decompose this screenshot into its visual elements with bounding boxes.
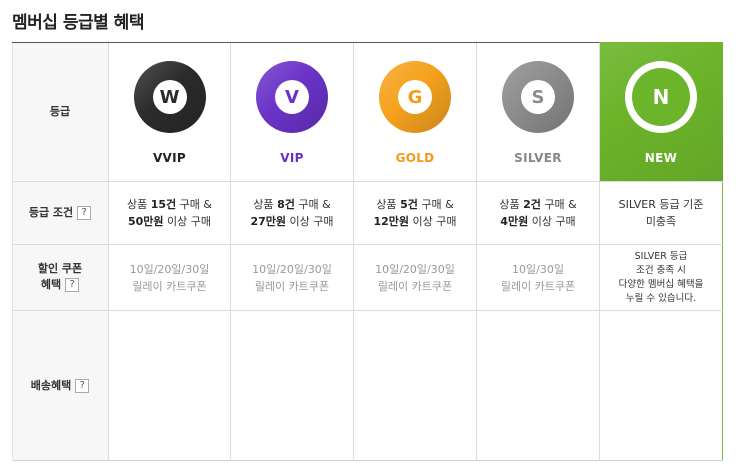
row-divider (12, 460, 723, 461)
new-badge-icon: N (625, 61, 697, 133)
silver-coupon: 10일/30일 릴레이 카트쿠폰 (500, 262, 576, 293)
silver-badge-icon: S (502, 61, 574, 133)
vip-coupon: 10일/20일/30일 릴레이 카트쿠폰 (252, 262, 332, 293)
gold-coupon: 10일/20일/30일 릴레이 카트쿠폰 (375, 262, 455, 293)
new-tier-name: NEW (644, 151, 678, 165)
vvip-tier-name: VVIP (152, 151, 187, 165)
column-divider (12, 43, 13, 461)
tier-vvip: W VVIP (109, 43, 230, 181)
gold-tier-name: GOLD (395, 151, 435, 165)
new-condition: SILVER 등급 기준 미충족 (618, 198, 704, 228)
vvip-badge-letter: W (152, 80, 187, 114)
vvip-condition: 상품 15건 구매 & 50만원 이상 구매 (127, 198, 212, 228)
page-title: 멤버십 등급별 혜택 (12, 13, 144, 33)
row-header-condition-label: 등급 조건 (28, 205, 74, 219)
row-header-coupon-line2: 혜택 (40, 278, 62, 291)
row-header-grade-label: 등급 (49, 105, 71, 118)
delivery-help-icon[interactable]: ? (75, 378, 90, 393)
row-header-coupon-line1: 할인 쿠폰 (37, 262, 83, 275)
vvip-badge-icon: W (133, 61, 206, 133)
silver-condition: 상품 2건 구매 & 4만원 이상 구매 (499, 198, 577, 228)
row-header-condition: 등급 조건? (12, 181, 108, 244)
row-divider (12, 310, 723, 311)
gold-badge-icon: G (379, 61, 451, 133)
condition-help-icon[interactable]: ? (77, 205, 92, 220)
tier-vip: V VIP (231, 43, 353, 181)
membership-grade-table: 등급 등급 조건? 할인 쿠폰 혜택? 배송혜택? W VVIP V VIP G… (12, 42, 723, 461)
vip-tier-name: VIP (280, 151, 304, 165)
tier-silver: S SILVER (477, 43, 599, 181)
gold-badge-letter: G (398, 80, 432, 114)
tier-gold: G GOLD (354, 43, 476, 181)
new-badge-letter: N (632, 68, 690, 126)
vip-condition: 상품 8건 구매 & 27만원 이상 구매 (250, 198, 334, 228)
silver-tier-name: SILVER (514, 151, 562, 165)
gold-condition: 상품 5건 구매 & 12만원 이상 구매 (373, 198, 457, 228)
tier-new: N NEW (600, 43, 722, 181)
row-header-coupon: 할인 쿠폰 혜택? (12, 244, 108, 310)
row-header-delivery-label: 배송혜택 (30, 378, 72, 392)
new-coupon-note: SILVER 등급 조건 충족 시 다양한 멤버십 혜택을 누릴 수 있습니다. (618, 250, 704, 304)
coupon-help-icon[interactable]: ? (65, 278, 80, 292)
vip-badge-letter: V (275, 80, 309, 114)
vip-badge-icon: V (256, 61, 328, 133)
vvip-coupon: 10일/20일/30일 릴레이 카트쿠폰 (129, 262, 210, 293)
row-header-grade: 등급 (12, 43, 108, 181)
silver-badge-letter: S (521, 80, 555, 114)
row-header-delivery: 배송혜택? (12, 310, 108, 461)
